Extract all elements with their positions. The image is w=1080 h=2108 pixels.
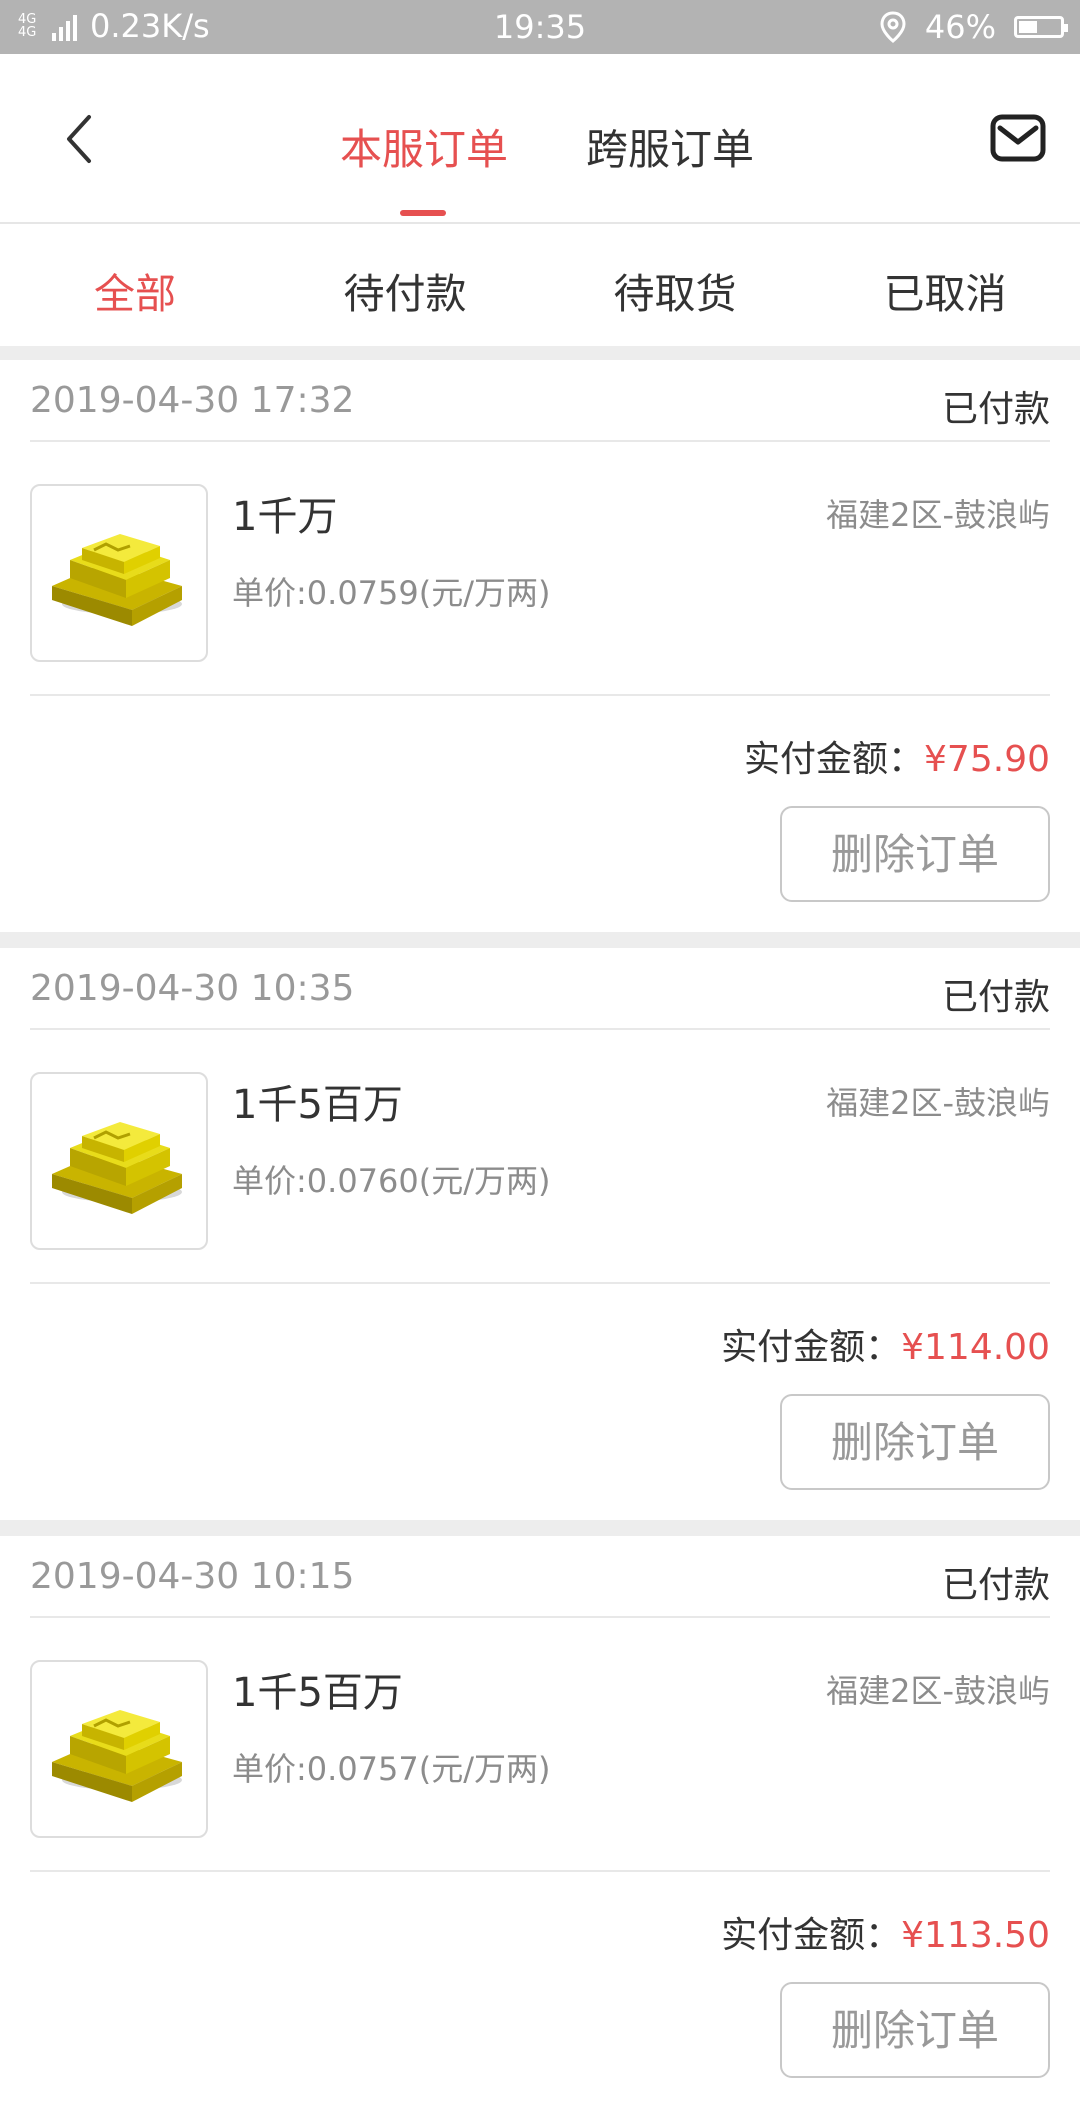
gold-bars-thumbnail — [30, 484, 208, 662]
delete-order-button[interactable]: 删除订单 — [780, 806, 1050, 902]
server-name: 福建2区-鼓浪屿 — [826, 1672, 1050, 1710]
section-divider — [0, 932, 1080, 948]
delete-order-button[interactable]: 删除订单 — [780, 1982, 1050, 2078]
order-date: 2019-04-30 17:32 — [30, 380, 355, 421]
status-bar-right: 46% — [879, 8, 1068, 46]
location-icon — [880, 11, 906, 43]
unit-price: 单价:0.0759(元/万两) — [232, 574, 551, 612]
order-card[interactable]: 2019-04-30 10:35 已付款 1千5百万 福建2区-鼓浪屿 单价:0… — [0, 948, 1080, 1520]
mail-icon[interactable] — [990, 114, 1046, 162]
server-name: 福建2区-鼓浪屿 — [826, 496, 1050, 534]
paid-total: 实付金额：¥75.90 — [744, 730, 1050, 782]
product-name: 1千5百万 — [232, 1670, 403, 1716]
product-name: 1千万 — [232, 494, 338, 540]
gold-bars-icon — [52, 534, 182, 626]
order-card[interactable]: 2019-04-30 10:15 已付款 1千5百万 福建2区-鼓浪屿 单价:0… — [0, 1536, 1080, 2108]
order-status: 已付款 — [941, 1565, 1050, 1606]
divider — [30, 1870, 1050, 1872]
server-name: 福建2区-鼓浪屿 — [826, 1084, 1050, 1122]
paid-total-label: 实付金额： — [721, 1327, 902, 1368]
paid-total-label: 实付金额： — [721, 1915, 902, 1956]
gold-bars-thumbnail — [30, 1072, 208, 1250]
battery-level — [1019, 21, 1037, 33]
divider — [30, 1282, 1050, 1284]
back-arrow-icon[interactable] — [55, 109, 115, 169]
delete-order-button[interactable]: 删除订单 — [780, 1394, 1050, 1490]
paid-total-label: 实付金额： — [744, 739, 925, 780]
gold-bars-icon — [52, 1122, 182, 1214]
gold-bars-thumbnail — [30, 1660, 208, 1838]
unit-price: 单价:0.0760(元/万两) — [232, 1162, 551, 1200]
active-tab-indicator — [400, 210, 446, 216]
order-card[interactable]: 2019-04-30 17:32 已付款 1千万 福建2区-鼓浪屿 单价:0.0… — [0, 360, 1080, 932]
paid-total: 实付金额：¥114.00 — [721, 1318, 1050, 1370]
tab-cross-server-orders[interactable]: 跨服订单 — [586, 116, 754, 177]
filter-cancelled[interactable]: 已取消 — [884, 260, 1007, 320]
divider — [30, 694, 1050, 696]
header: 本服订单 跨服订单 — [0, 54, 1080, 224]
section-divider — [0, 346, 1080, 360]
paid-total-amount: ¥113.50 — [901, 1915, 1050, 1956]
divider — [30, 1616, 1050, 1618]
order-status: 已付款 — [941, 389, 1050, 430]
unit-price: 单价:0.0757(元/万两) — [232, 1750, 551, 1788]
gold-bars-icon — [52, 1710, 182, 1802]
paid-total-amount: ¥114.00 — [901, 1327, 1050, 1368]
order-date: 2019-04-30 10:15 — [30, 1556, 355, 1597]
paid-total: 实付金额：¥113.50 — [721, 1906, 1050, 1958]
filter-pending-pickup[interactable]: 待取货 — [614, 260, 737, 320]
filter-pending-payment[interactable]: 待付款 — [344, 260, 467, 320]
section-divider — [0, 1520, 1080, 1536]
filter-all[interactable]: 全部 — [94, 260, 176, 320]
divider — [30, 440, 1050, 442]
tab-local-server-orders[interactable]: 本服订单 — [340, 116, 508, 177]
order-filter-tabs: 全部 待付款 待取货 已取消 — [0, 224, 1080, 344]
status-bar: 4G 4G 0.23K/s 19:35 46% — [0, 0, 1080, 54]
order-date: 2019-04-30 10:35 — [30, 968, 355, 1009]
divider — [30, 1028, 1050, 1030]
battery-percent: 46% — [924, 8, 996, 46]
product-name: 1千5百万 — [232, 1082, 403, 1128]
battery-icon — [1014, 16, 1068, 38]
paid-total-amount: ¥75.90 — [924, 739, 1050, 780]
order-status: 已付款 — [941, 977, 1050, 1018]
